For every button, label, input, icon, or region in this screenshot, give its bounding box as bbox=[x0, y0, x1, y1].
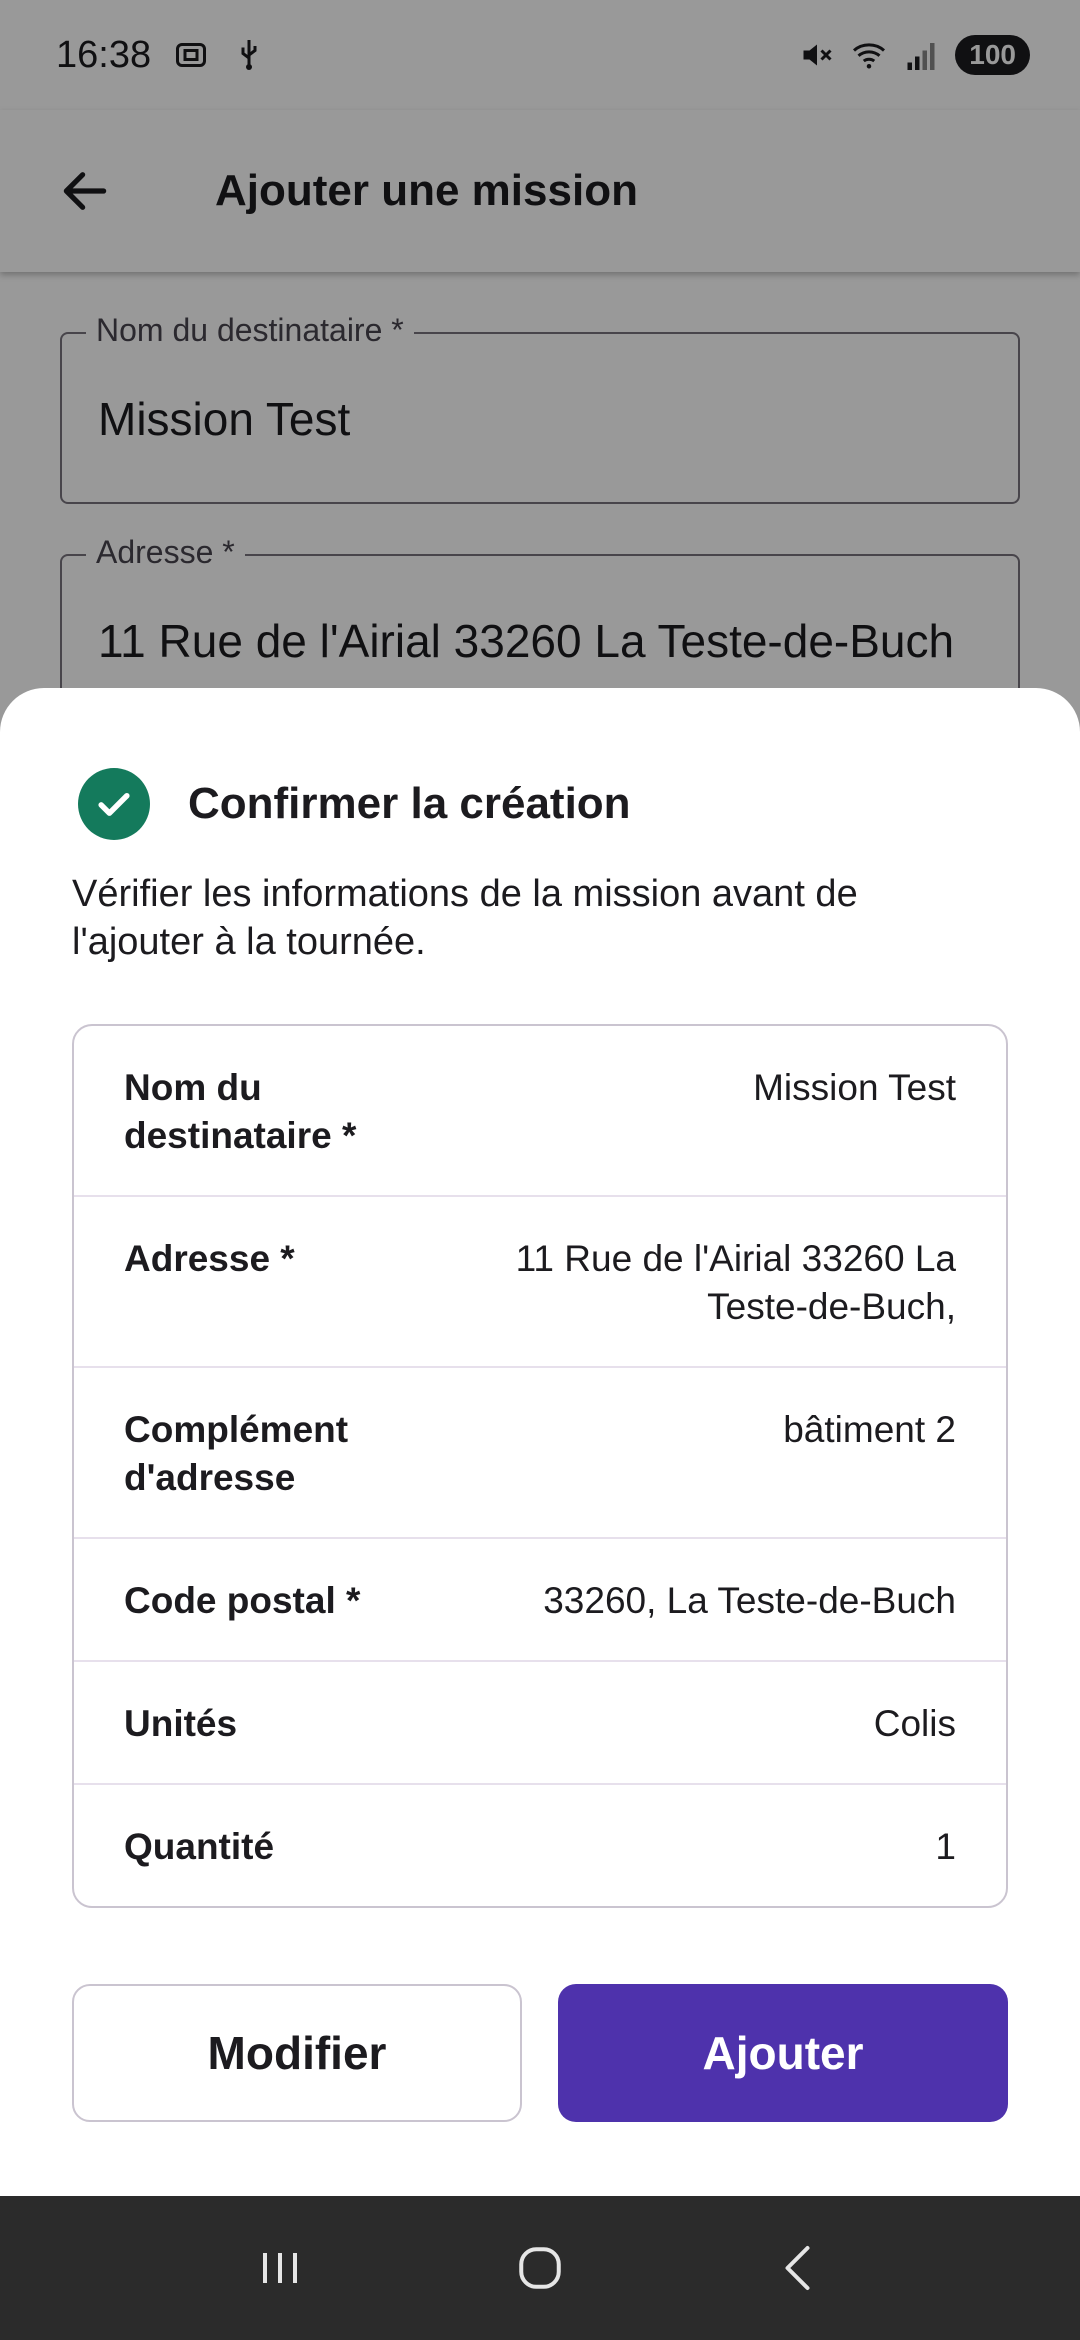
row-value: 33260, La Teste-de-Buch bbox=[543, 1580, 956, 1621]
summary-row-postal-code: Code postal * 33260, La Teste-de-Buch bbox=[74, 1539, 1006, 1662]
summary-row-units: Unités Colis bbox=[74, 1662, 1006, 1785]
recents-button[interactable] bbox=[220, 2218, 340, 2318]
summary-row-address-complement: Complément d'adresse bâtiment 2 bbox=[74, 1368, 1006, 1539]
add-button[interactable]: Ajouter bbox=[558, 1984, 1008, 2122]
summary-row-quantity: Quantité 1 bbox=[74, 1785, 1006, 1906]
row-label: Nom du destinataire * bbox=[124, 1067, 357, 1156]
modify-button[interactable]: Modifier bbox=[72, 1984, 522, 2122]
row-label: Adresse * bbox=[124, 1238, 295, 1279]
row-value: 11 Rue de l'Airial 33260 La Teste-de-Buc… bbox=[515, 1238, 956, 1327]
system-nav-bar bbox=[0, 2196, 1080, 2340]
sheet-title: Confirmer la création bbox=[188, 779, 631, 828]
mission-summary-table: Nom du destinataire * Mission Test Adres… bbox=[72, 1024, 1008, 1908]
home-icon bbox=[519, 2247, 561, 2289]
sheet-description: Vérifier les informations de la mission … bbox=[72, 873, 858, 963]
check-circle-icon bbox=[78, 768, 150, 840]
recents-icon bbox=[263, 2253, 297, 2283]
row-value: Mission Test bbox=[753, 1067, 956, 1108]
nav-back-button[interactable] bbox=[740, 2218, 860, 2318]
row-label: Quantité bbox=[124, 1826, 275, 1867]
row-value: 1 bbox=[935, 1826, 956, 1867]
row-label: Code postal * bbox=[124, 1580, 361, 1621]
back-icon bbox=[785, 2246, 810, 2290]
row-value: bâtiment 2 bbox=[783, 1409, 956, 1450]
row-label: Unités bbox=[124, 1703, 238, 1744]
summary-row-address: Adresse * 11 Rue de l'Airial 33260 La Te… bbox=[74, 1197, 1006, 1368]
row-value: Colis bbox=[873, 1703, 956, 1744]
row-label: Complément d'adresse bbox=[124, 1409, 349, 1498]
sheet-header: Confirmer la création bbox=[78, 768, 631, 840]
home-button[interactable] bbox=[480, 2218, 600, 2318]
summary-row-recipient: Nom du destinataire * Mission Test bbox=[74, 1026, 1006, 1197]
confirm-bottom-sheet: Confirmer la création Vérifier les infor… bbox=[0, 688, 1080, 2196]
